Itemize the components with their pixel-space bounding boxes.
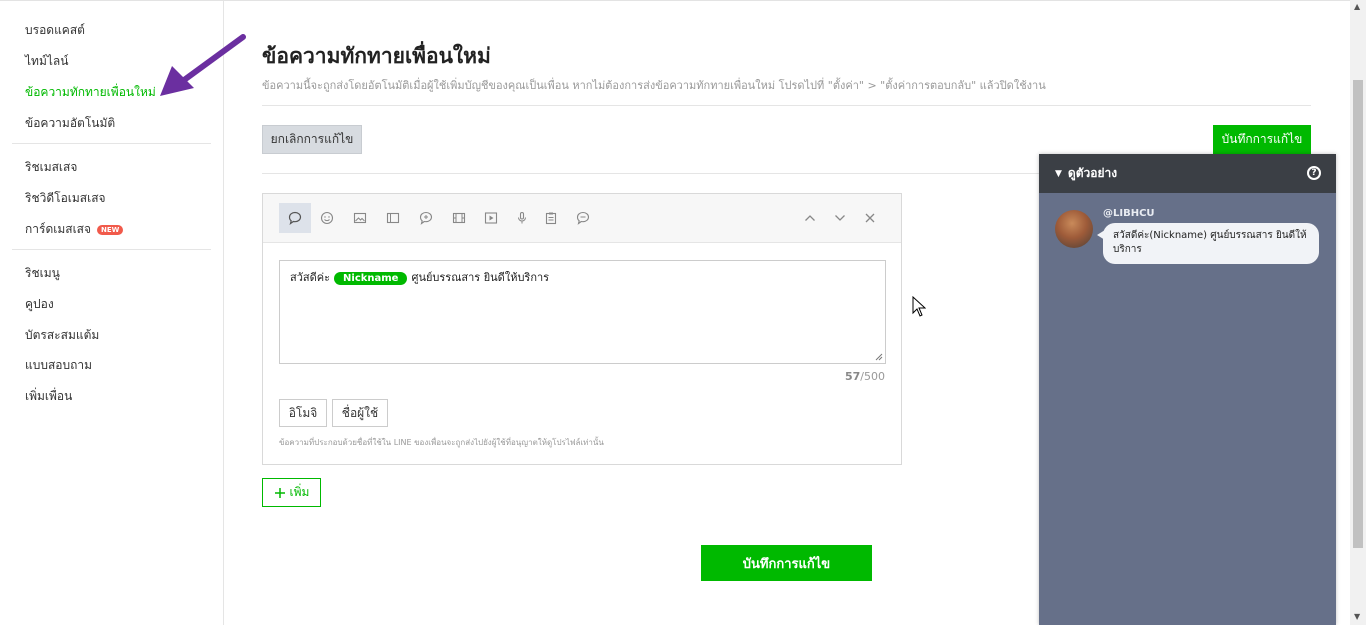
microphone-icon[interactable]: [506, 203, 538, 233]
add-message-button[interactable]: เพิ่ม: [262, 478, 321, 507]
speech-bubble-icon[interactable]: [279, 203, 311, 233]
sidebar-item-survey[interactable]: แบบสอบถาม: [25, 356, 92, 375]
clipboard-icon[interactable]: [535, 203, 567, 233]
help-icon[interactable]: ?: [1307, 166, 1321, 180]
chevron-up-icon[interactable]: [794, 203, 826, 233]
add-label: เพิ่ม: [289, 485, 310, 499]
nickname-note: ข้อความที่ประกอบด้วยชื่อที่ใช้ใน LINE ขอ…: [279, 438, 604, 447]
character-count: 57: [844, 370, 861, 383]
caret-down-icon: ▼: [1055, 168, 1062, 179]
save-bottom-button[interactable]: บันทึกการแก้ไข: [701, 545, 872, 581]
message-text: ศูนย์บรรณสาร ยินดีให้บริการ: [411, 271, 550, 284]
plus-icon: [274, 487, 285, 498]
annotation-arrow-icon: [160, 34, 246, 96]
divider: [262, 173, 1039, 174]
sidebar-item-label: การ์ดเมสเสจ: [25, 222, 92, 236]
page-scrollbar[interactable]: ▲ ▼: [1350, 0, 1366, 625]
nickname-tag[interactable]: Nickname: [334, 272, 408, 285]
message-editor: สวัสดีค่ะ Nickname ศูนย์บรรณสาร ยินดีให้บร…: [262, 193, 902, 465]
scroll-down-icon[interactable]: ▼: [1354, 612, 1360, 621]
scroll-thumb[interactable]: [1353, 80, 1363, 548]
username-button[interactable]: ชื่อผู้ใช้: [332, 399, 388, 427]
play-icon[interactable]: [475, 203, 507, 233]
cancel-edit-button[interactable]: ยกเลิกการแก้ไข: [262, 125, 362, 154]
emoji-icon[interactable]: [311, 203, 343, 233]
new-badge: NEW: [97, 225, 124, 235]
sidebar-item-card-message[interactable]: การ์ดเมสเสจ NEW: [25, 220, 124, 239]
sidebar-item-timeline[interactable]: ไทม์ไลน์: [25, 52, 68, 71]
divider: [262, 105, 1311, 106]
resize-handle-icon[interactable]: [875, 353, 883, 361]
preview-message-bubble: สวัสดีค่ะ(Nickname) ศูนย์บรรณสาร ยินดีให…: [1103, 223, 1319, 264]
close-icon[interactable]: [854, 203, 886, 233]
card-icon[interactable]: [377, 203, 409, 233]
sidebar-item-greeting-message[interactable]: ข้อความทักทายเพื่อนใหม่: [25, 83, 156, 102]
sidebar-divider: [12, 143, 211, 144]
sidebar-item-reward-card[interactable]: บัตรสะสมแต้ม: [25, 326, 99, 345]
mouse-cursor-icon: [912, 296, 926, 317]
plus-bubble-icon[interactable]: [410, 203, 442, 233]
chevron-down-icon[interactable]: [824, 203, 856, 233]
preview-title: ดูตัวอย่าง: [1067, 166, 1118, 180]
page-title: ข้อความทักทายเพื่อนใหม่: [262, 44, 491, 68]
sidebar-item-rich-menu[interactable]: ริชเมนู: [25, 264, 60, 283]
message-textarea[interactable]: สวัสดีค่ะ Nickname ศูนย์บรรณสาร ยินดีให้บร…: [279, 260, 886, 364]
sidebar-item-rich-message[interactable]: ริชเมสเสจ: [25, 158, 77, 177]
account-name: @LIBHCU: [1103, 208, 1155, 219]
sidebar-item-broadcast[interactable]: บรอดแคสต์: [25, 21, 85, 40]
video-frame-icon[interactable]: [443, 203, 475, 233]
scroll-up-icon[interactable]: ▲: [1354, 2, 1360, 11]
sidebar-item-add-friend[interactable]: เพิ่มเพื่อน: [25, 387, 72, 406]
message-type-toolbar: [263, 194, 901, 243]
image-icon[interactable]: [344, 203, 376, 233]
page-description: ข้อความนี้จะถูกส่งโดยอัตโนมัติเมื่อผู้ใช…: [262, 79, 1046, 92]
emoji-button[interactable]: อิโมจิ: [279, 399, 327, 427]
character-max: /500: [860, 370, 885, 383]
save-button[interactable]: บันทึกการแก้ไข: [1213, 125, 1311, 154]
preview-panel: ▼ ดูตัวอย่าง ? @LIBHCU สวัสดีค่ะ(Nicknam…: [1039, 154, 1336, 625]
preview-header[interactable]: ▼ ดูตัวอย่าง ?: [1039, 154, 1336, 193]
chat-icon[interactable]: [567, 203, 599, 233]
avatar: [1055, 210, 1093, 248]
character-counter: 57/500: [823, 370, 885, 383]
sidebar-item-rich-video-message[interactable]: ริชวิดีโอเมสเสจ: [25, 189, 106, 208]
message-text: สวัสดีค่ะ: [290, 271, 331, 284]
sidebar-item-auto-reply[interactable]: ข้อความอัตโนมัติ: [25, 114, 115, 133]
sidebar-item-coupon[interactable]: คูปอง: [25, 295, 54, 314]
sidebar-divider: [12, 249, 211, 250]
